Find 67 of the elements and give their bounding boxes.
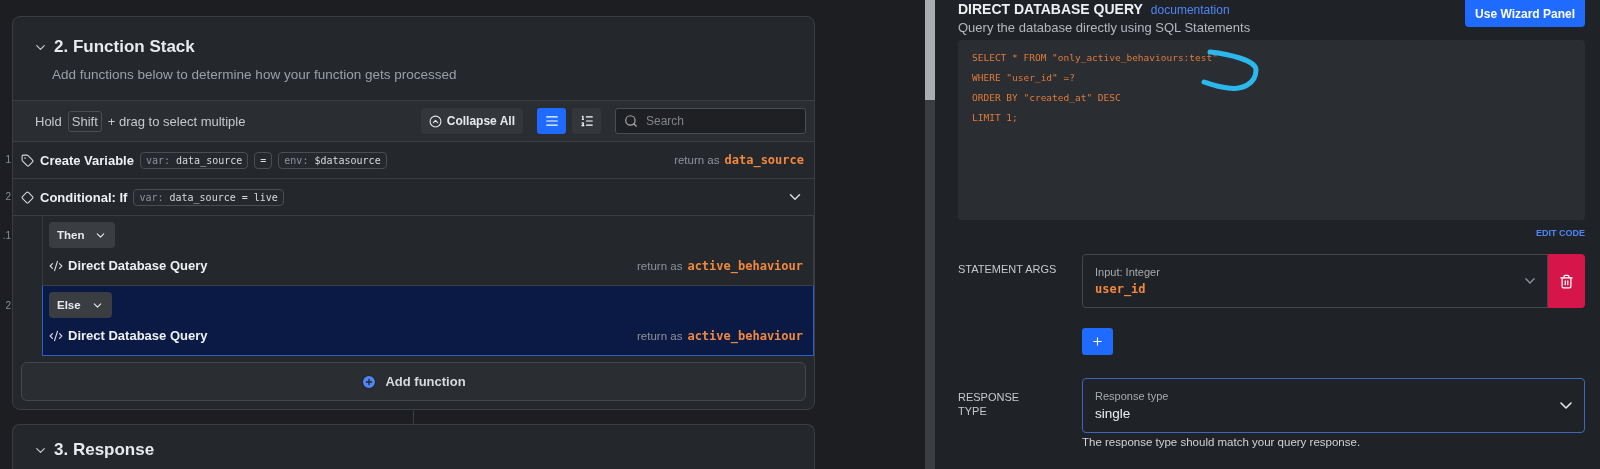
numbered-view-button[interactable] (572, 108, 601, 134)
diamond-icon (21, 190, 34, 204)
branch-step[interactable]: Then Direct Database Query return as active_behaviour (42, 216, 814, 286)
field-label: STATEMENT ARGS (958, 262, 1058, 276)
section-subtitle: Add functions below to determine how your function gets processed (51, 67, 458, 82)
hint-text: + drag to select multiple (107, 113, 246, 129)
documentation-link[interactable]: documentation (1150, 3, 1230, 17)
return-label: return as (637, 259, 683, 272)
collapse-icon (428, 114, 442, 128)
scrollbar[interactable] (925, 0, 935, 469)
return-label: return as (674, 154, 720, 166)
section-title: 2. Function Stack (54, 37, 195, 57)
step-title: Direct Database Query (68, 328, 208, 343)
step-title: Conditional: If (40, 189, 128, 205)
argument-value: user_id (1095, 282, 1147, 296)
delete-button[interactable] (1548, 254, 1585, 308)
branch-step[interactable]: Else Direct Database Query return as active_behaviour (42, 286, 814, 356)
search-icon (624, 114, 638, 128)
plus-icon (1091, 335, 1104, 348)
return-variable: active_behaviour (687, 328, 803, 343)
return-label: return as (637, 329, 683, 342)
select-value: single (1095, 406, 1132, 421)
field-caption: Input: Integer (1095, 266, 1161, 278)
return-variable: active_behaviour (687, 258, 803, 273)
plus-icon (361, 373, 378, 390)
numbered-list-icon (579, 114, 594, 128)
code-line: LIMIT 1; (972, 112, 1019, 124)
code-line: SELECT * FROM "only_active_behaviours:test" (972, 52, 1219, 64)
code-icon (49, 328, 63, 343)
code-pill: env: $datasource (278, 151, 387, 169)
return-variable: data_source (724, 153, 804, 167)
step-title: Create Variable (40, 152, 134, 168)
list-icon (544, 114, 559, 128)
section-title: 3. Response (54, 440, 155, 460)
add-function-button[interactable]: Add function (21, 362, 806, 401)
list-view-button[interactable] (537, 108, 566, 134)
branch-dropdown[interactable]: Then (49, 222, 116, 248)
code-line: WHERE "user_id" =? (972, 72, 1076, 84)
wizard-panel-button[interactable]: Use Wizard Panel (1465, 0, 1585, 27)
hint-text: Hold (35, 113, 62, 129)
caret-icon (1560, 401, 1572, 410)
field-label: RESPONSE TYPE (958, 390, 1021, 418)
collapse-all-button[interactable]: Collapse All (420, 108, 523, 134)
step-title: Direct Database Query (68, 258, 208, 273)
edit-code-link[interactable]: EDIT CODE (1536, 228, 1585, 238)
panel-subtitle: Query the database directly using SQL Statements (958, 20, 1251, 35)
caret-icon (1525, 278, 1535, 284)
code-editor[interactable]: SELECT * FROM "only_active_behaviours:test" WHERE "user_id" =? ORDER BY "created_at" DESC LIMIT 1; (958, 40, 1585, 220)
response-type-select[interactable]: Response type single (1082, 378, 1585, 433)
panel-title: DIRECT DATABASE QUERY (958, 1, 1143, 17)
line-number: 2 (4, 300, 11, 311)
code-pill: = (254, 151, 273, 169)
line-number: 1 (4, 154, 11, 165)
code-line: ORDER BY "created_at" DESC (972, 92, 1122, 104)
shift-key: Shift (67, 110, 102, 132)
search-field[interactable]: Search (615, 108, 806, 134)
trash-icon (1559, 273, 1574, 289)
line-number: .1 (1, 230, 11, 241)
line-number: 2 (4, 191, 11, 202)
helper-text: The response type should match your query response. (1082, 436, 1362, 448)
code-icon (49, 258, 63, 273)
branch-dropdown[interactable]: Else (49, 292, 112, 318)
tag-icon (21, 153, 34, 167)
code-pill: var: data_source (139, 151, 249, 169)
field-caption: Response type (1095, 390, 1170, 402)
code-pill: var: data_source = live (133, 188, 284, 206)
argument-select[interactable]: Input: Integer user_id (1082, 254, 1548, 308)
